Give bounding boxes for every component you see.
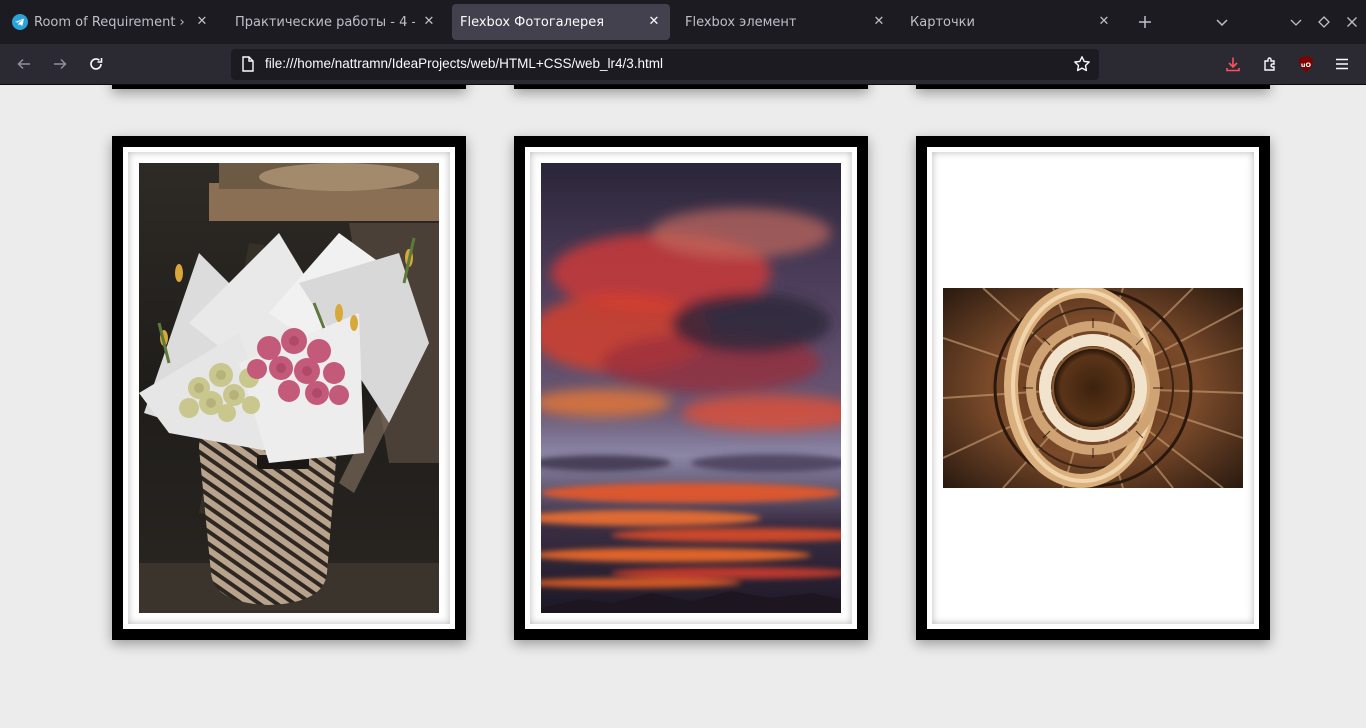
reload-icon [90,58,103,70]
tab-close-icon[interactable]: ✕ [421,14,437,30]
page-icon [241,56,255,76]
window-close-button[interactable] [1340,10,1364,34]
window-minimize-button[interactable] [1284,10,1308,34]
url-text[interactable]: file:///home/nattramn/IdeaProjects/web/H… [265,56,663,71]
hamburger-menu-icon [1336,58,1348,70]
gallery-frame-previous-row [514,85,868,89]
app-menu-button[interactable] [1328,50,1356,78]
window-maximize-button[interactable] [1312,10,1336,34]
download-icon [1226,57,1240,72]
puzzle-icon [1264,57,1275,71]
address-bar[interactable]: file:///home/nattramn/IdeaProjects/web/H… [231,49,1099,80]
tab-room-of-requirement[interactable]: Room of Requirement › Флуд ✕ [4,4,218,40]
extensions-button[interactable] [1256,50,1284,78]
page-viewport [0,85,1366,728]
forward-button[interactable] [46,50,74,78]
back-button[interactable] [10,50,38,78]
new-tab-button[interactable] [1133,10,1157,34]
chevron-down-icon [1290,19,1302,26]
ublock-origin-button[interactable]: uO [1292,50,1320,78]
tab-title: Room of Requirement › Флуд [34,14,188,30]
gallery-frame-previous-row [916,85,1270,89]
tab-close-icon[interactable]: ✕ [1096,14,1112,30]
tab-title: Flexbox Фотогалерея [460,14,605,30]
gallery-card-bouquet [112,136,466,640]
tab-flexbox-gallery[interactable]: Flexbox Фотогалерея ✕ [452,4,670,40]
arrow-right-icon [54,58,67,70]
chevron-down-icon [1216,19,1228,27]
list-all-tabs-button[interactable] [1210,10,1234,34]
tab-close-icon[interactable]: ✕ [194,14,210,30]
tab-cards[interactable]: Карточки ✕ [902,4,1120,40]
gallery-card-sunset [514,136,868,640]
downloads-button[interactable] [1219,50,1247,78]
photo-red-sunset-clouds [541,163,841,613]
telegram-icon [12,14,28,30]
diamond-icon [1318,16,1330,28]
tab-flexbox-element[interactable]: Flexbox элемент ✕ [677,4,895,40]
tab-title: Flexbox элемент [685,14,797,30]
svg-text:uO: uO [1301,61,1312,69]
plus-icon [1139,16,1151,28]
bookmark-star-icon[interactable] [1073,55,1091,77]
tab-title: Карточки [910,14,975,30]
gallery-card-staircase [916,136,1270,640]
photo-spiral-staircase [943,288,1243,488]
tab-title: Практические работы - 4 - HTML [235,14,415,30]
tab-close-icon[interactable]: ✕ [646,14,662,30]
ublock-shield-icon: uO [1299,56,1313,72]
photo-bouquet-in-wicker-basket [139,163,439,613]
tab-strip: Room of Requirement › Флуд ✕ Практически… [0,0,1366,44]
gallery-frame-previous-row [112,85,466,89]
tab-practical-works[interactable]: Практические работы - 4 - HTML ✕ [227,4,445,40]
arrow-left-icon [17,58,30,70]
tab-close-icon[interactable]: ✕ [871,14,887,30]
reload-button[interactable] [82,50,110,78]
close-icon [1347,17,1357,27]
navigation-toolbar: file:///home/nattramn/IdeaProjects/web/H… [0,44,1366,85]
